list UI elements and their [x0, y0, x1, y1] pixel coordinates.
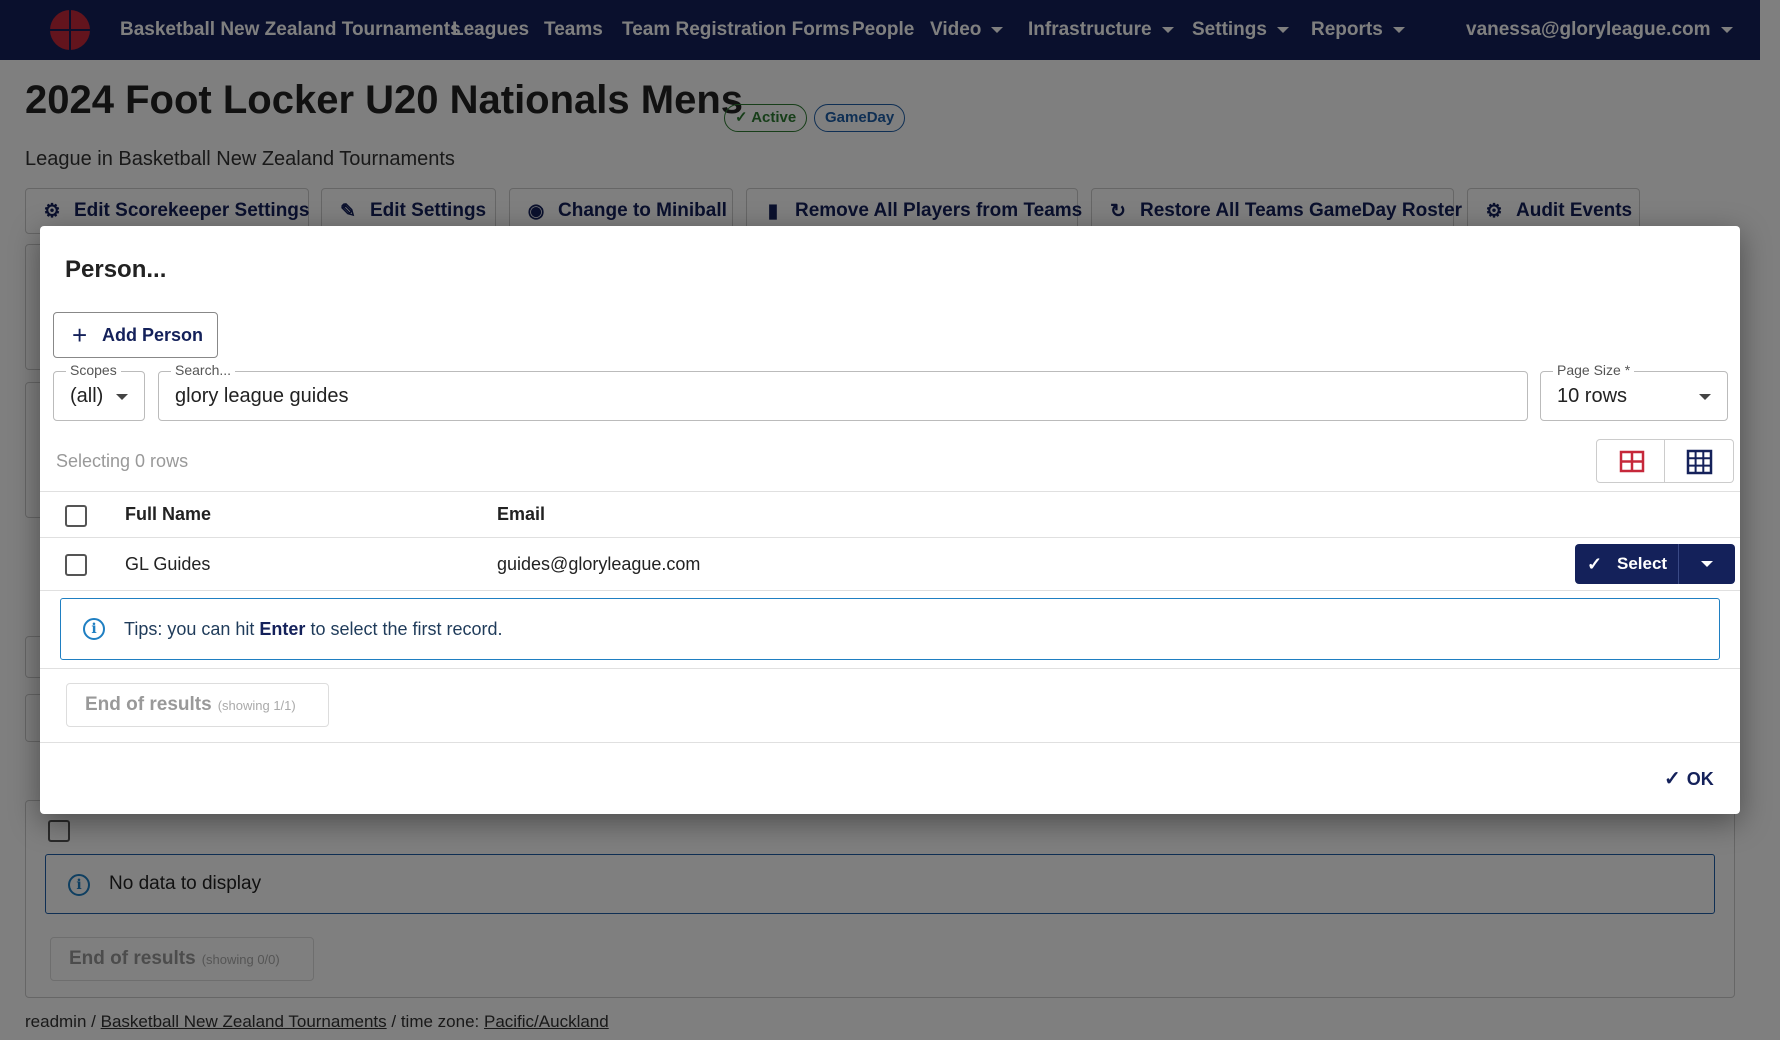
check-icon: ✓: [1664, 768, 1681, 790]
selection-count: Selecting 0 rows: [56, 451, 189, 471]
search-input[interactable]: Search... glory league guides: [158, 362, 1528, 421]
chevron-down-icon: [116, 394, 128, 400]
tips-text: Tips: you can hit Enter to select the fi…: [124, 619, 503, 640]
dialog-title: Person...: [65, 256, 167, 283]
info-icon: i: [83, 618, 105, 640]
scopes-value: (all): [70, 385, 104, 407]
showing-count: (showing 1/1): [217, 698, 296, 713]
row-checkbox[interactable]: [65, 554, 87, 576]
check-icon: ✓: [1587, 554, 1603, 574]
divider: [40, 491, 1740, 492]
select-button-group: ✓ Select: [1575, 544, 1735, 584]
plus-icon: +: [72, 320, 88, 350]
chevron-down-icon: [1701, 561, 1713, 567]
ok-button[interactable]: ✓ OK: [1664, 766, 1714, 791]
page-size-select[interactable]: Page Size * 10 rows: [1540, 362, 1728, 421]
tips-alert: i Tips: you can hit Enter to select the …: [60, 598, 1720, 660]
divider: [40, 537, 1740, 538]
table-view-button[interactable]: [1596, 439, 1665, 483]
grid-view-icon: [1686, 449, 1713, 475]
divider: [40, 742, 1740, 743]
page-size-label: Page Size *: [1553, 362, 1635, 378]
end-of-results-button: End of results (showing 1/1): [66, 683, 329, 727]
select-all-checkbox[interactable]: [65, 505, 87, 527]
column-header-email[interactable]: Email: [497, 504, 545, 525]
divider: [40, 590, 1740, 591]
column-header-full-name[interactable]: Full Name: [125, 504, 211, 525]
tips-key: Enter: [259, 619, 306, 639]
add-person-button[interactable]: + Add Person: [53, 312, 218, 358]
scopes-label: Scopes: [66, 362, 121, 378]
search-label: Search...: [171, 362, 236, 378]
row-email: guides@gloryleague.com: [497, 554, 701, 574]
row-full-name: GL Guides: [125, 554, 211, 574]
select-button[interactable]: ✓ Select: [1575, 544, 1678, 584]
table-view-icon: [1619, 450, 1645, 473]
search-value: glory league guides: [175, 385, 349, 407]
end-of-results-label: End of results: [85, 694, 212, 715]
tips-suffix: to select the first record.: [310, 619, 503, 639]
chevron-down-icon: [1699, 394, 1711, 400]
person-picker-dialog: Person... + Add Person Scopes (all) Searc…: [40, 226, 1740, 814]
divider: [40, 668, 1740, 669]
add-person-label: Add Person: [102, 325, 204, 345]
page-size-value: 10 rows: [1557, 385, 1628, 407]
select-dropdown-toggle[interactable]: [1678, 544, 1735, 584]
ok-label: OK: [1686, 769, 1714, 789]
tips-prefix: Tips: you can hit: [124, 619, 255, 639]
select-label: Select: [1617, 554, 1668, 573]
grid-view-button[interactable]: [1665, 439, 1734, 483]
scopes-select[interactable]: Scopes (all): [53, 362, 145, 421]
